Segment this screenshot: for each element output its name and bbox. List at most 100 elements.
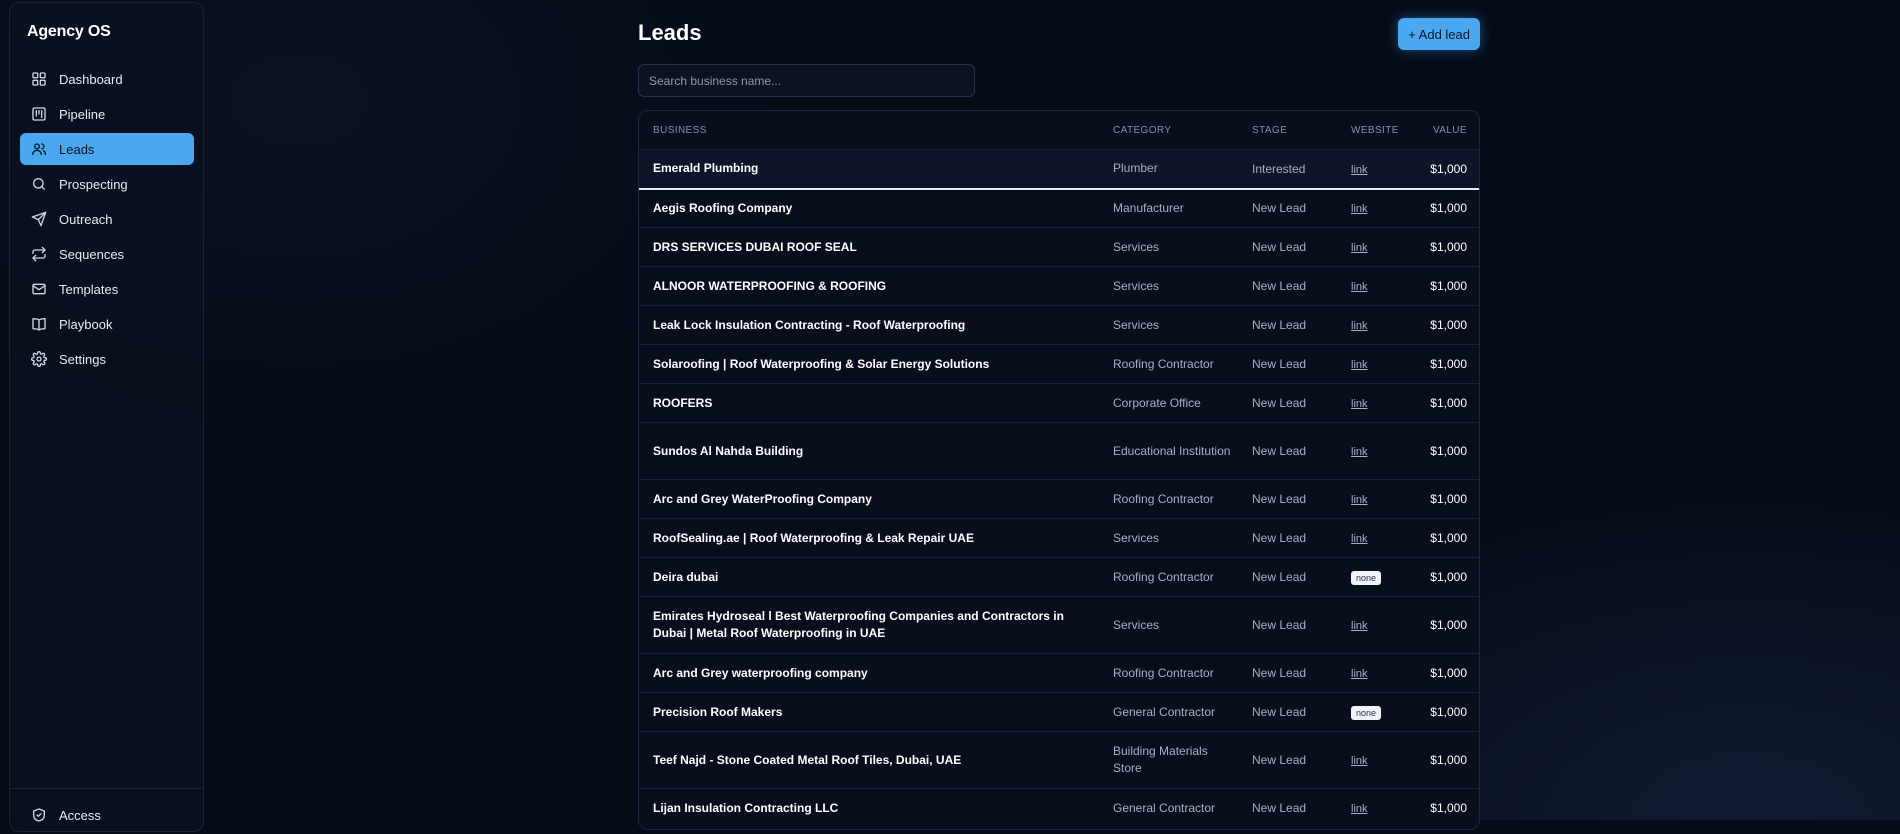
sidebar-item-access[interactable]: Access (20, 799, 194, 831)
category-cell: Roofing Contractor (1099, 344, 1238, 384)
table-row[interactable]: Sundos Al Nahda Building Educational Inst… (639, 422, 1479, 480)
website-cell: none (1337, 692, 1401, 732)
website-link[interactable]: link (1351, 281, 1368, 293)
website-cell: link (1337, 479, 1401, 519)
value-cell: $1,000 (1401, 596, 1479, 654)
website-link[interactable]: link (1351, 203, 1368, 215)
table-row[interactable]: Deira dubai Roofing Contractor New Lead non… (639, 557, 1479, 597)
website-cell: link (1337, 149, 1401, 189)
value-cell: $1,000 (1401, 227, 1479, 267)
sidebar-item-pipeline[interactable]: Pipeline (20, 98, 194, 130)
website-link[interactable]: link (1351, 803, 1368, 815)
table-row[interactable]: Precision Roof Makers General Contractor N… (639, 692, 1479, 732)
business-name: Leak Lock Insulation Contracting - Roof … (653, 317, 966, 332)
table-row[interactable]: Leak Lock Insulation Contracting - Roof … (639, 305, 1479, 345)
search-input[interactable] (638, 64, 975, 97)
stage-cell: New Lead (1238, 653, 1337, 693)
sidebar-item-settings[interactable]: Settings (20, 343, 194, 375)
column-header-stage[interactable]: Stage (1238, 111, 1337, 150)
business-name: Precision Roof Makers (653, 704, 783, 719)
sidebar-item-leads[interactable]: Leads (20, 133, 194, 165)
website-link[interactable]: link (1351, 164, 1368, 176)
shield-icon (31, 807, 47, 823)
website-link[interactable]: link (1351, 620, 1368, 632)
sidebar-item-label: Prospecting (59, 176, 128, 192)
website-link[interactable]: link (1351, 755, 1368, 767)
stage-cell: New Lead (1238, 266, 1337, 306)
column-header-value[interactable]: Value (1401, 111, 1479, 150)
table-row[interactable]: Aegis Roofing Company Manufacturer New Lea… (639, 187, 1479, 228)
business-name-cell: Emirates Hydroseal l Best Waterproofing … (639, 596, 1099, 654)
app-title: Agency OS (27, 23, 111, 40)
stage-cell: New Lead (1238, 692, 1337, 732)
business-name-cell: Deira dubai (639, 557, 1099, 597)
stage-cell: New Lead (1238, 788, 1337, 828)
table-row[interactable]: ROOFERS Corporate Office New Lead link $1,00… (639, 383, 1479, 423)
website-link[interactable]: link (1351, 359, 1368, 371)
sidebar-item-sequences[interactable]: Sequences (20, 238, 194, 270)
website-cell: link (1337, 344, 1401, 384)
dashboard-icon (31, 71, 47, 87)
stage-cell: New Lead (1238, 344, 1337, 384)
stage-cell: New Lead (1238, 187, 1337, 228)
column-header-category[interactable]: Category (1099, 111, 1238, 150)
sidebar-item-label: Dashboard (59, 71, 123, 87)
category-cell: Plumber (1099, 149, 1238, 189)
sidebar-item-dashboard[interactable]: Dashboard (20, 63, 194, 95)
table-row[interactable]: RoofSealing.ae | Roof Waterproofing & Le… (639, 518, 1479, 558)
table-header-row: Business Category Stage Website Value (639, 111, 1479, 150)
value-cell: $1,000 (1401, 149, 1479, 189)
table-row[interactable]: Lijan Insulation Contracting LLC General … (639, 788, 1479, 828)
table-row[interactable]: Emirates Hydroseal l Best Waterproofing … (639, 596, 1479, 654)
value-cell: $1,000 (1401, 266, 1479, 306)
stage-cell: New Lead (1238, 518, 1337, 558)
page-title: Leads (638, 20, 702, 45)
stage-cell: New Lead (1238, 731, 1337, 789)
sidebar-item-label: Playbook (59, 316, 113, 332)
book-icon (31, 316, 47, 332)
website-link[interactable]: link (1351, 398, 1368, 410)
website-link[interactable]: link (1351, 494, 1368, 506)
table-row[interactable]: Teef Najd - Stone Coated Metal Roof Tile… (639, 731, 1479, 789)
table-row[interactable]: Arc and Grey WaterProofing Company Roofin… (639, 479, 1479, 519)
stage-cell: New Lead (1238, 557, 1337, 597)
sidebar-item-label: Pipeline (59, 106, 106, 122)
website-link[interactable]: link (1351, 320, 1368, 332)
column-header-business[interactable]: Business (639, 111, 1099, 150)
category-cell: Roofing Contractor (1099, 479, 1238, 519)
table-row[interactable]: Arc and Grey waterproofing company Roofin… (639, 653, 1479, 693)
stage-cell: New Lead (1238, 305, 1337, 345)
value-cell: $1,000 (1401, 422, 1479, 480)
table-row[interactable]: Emerald Plumbing Plumber Interested link $1,… (639, 149, 1479, 189)
sidebar-item-outreach[interactable]: Outreach (20, 203, 194, 235)
sidebar-item-label: Access (59, 807, 101, 823)
column-header-website[interactable]: Website (1337, 111, 1401, 150)
table-row[interactable]: Solaroofing | Roof Waterproofing & Solar… (639, 344, 1479, 384)
sidebar-item-templates[interactable]: Templates (20, 273, 194, 305)
sidebar-item-label: Leads (59, 141, 95, 157)
stage-cell: New Lead (1238, 479, 1337, 519)
business-name: Solaroofing | Roof Waterproofing & Solar… (653, 356, 990, 371)
value-cell: $1,000 (1401, 731, 1479, 789)
website-cell: none (1337, 557, 1401, 597)
sidebar-item-playbook[interactable]: Playbook (20, 308, 194, 340)
repeat-icon (31, 246, 47, 262)
table-row[interactable]: DRS SERVICES DUBAI ROOF SEAL Services New … (639, 227, 1479, 267)
value-cell: $1,000 (1401, 518, 1479, 558)
send-icon (31, 211, 47, 227)
website-link[interactable]: link (1351, 446, 1368, 458)
website-cell: link (1337, 653, 1401, 693)
business-name-cell: DRS SERVICES DUBAI ROOF SEAL (639, 227, 1099, 267)
website-cell: link (1337, 596, 1401, 654)
stage-cell: Interested (1238, 149, 1337, 189)
mail-icon (31, 281, 47, 297)
category-cell: General Contractor (1099, 692, 1238, 732)
category-cell: Services (1099, 596, 1238, 654)
website-link[interactable]: link (1351, 668, 1368, 680)
website-link[interactable]: link (1351, 242, 1368, 254)
add-lead-button[interactable]: + Add lead (1398, 18, 1480, 50)
website-link[interactable]: link (1351, 533, 1368, 545)
table-row[interactable]: ALNOOR WATERPROOFING & ROOFING Services Ne… (639, 266, 1479, 306)
business-name-cell: Lijan Insulation Contracting LLC (639, 788, 1099, 828)
sidebar-item-prospecting[interactable]: Prospecting (20, 168, 194, 200)
